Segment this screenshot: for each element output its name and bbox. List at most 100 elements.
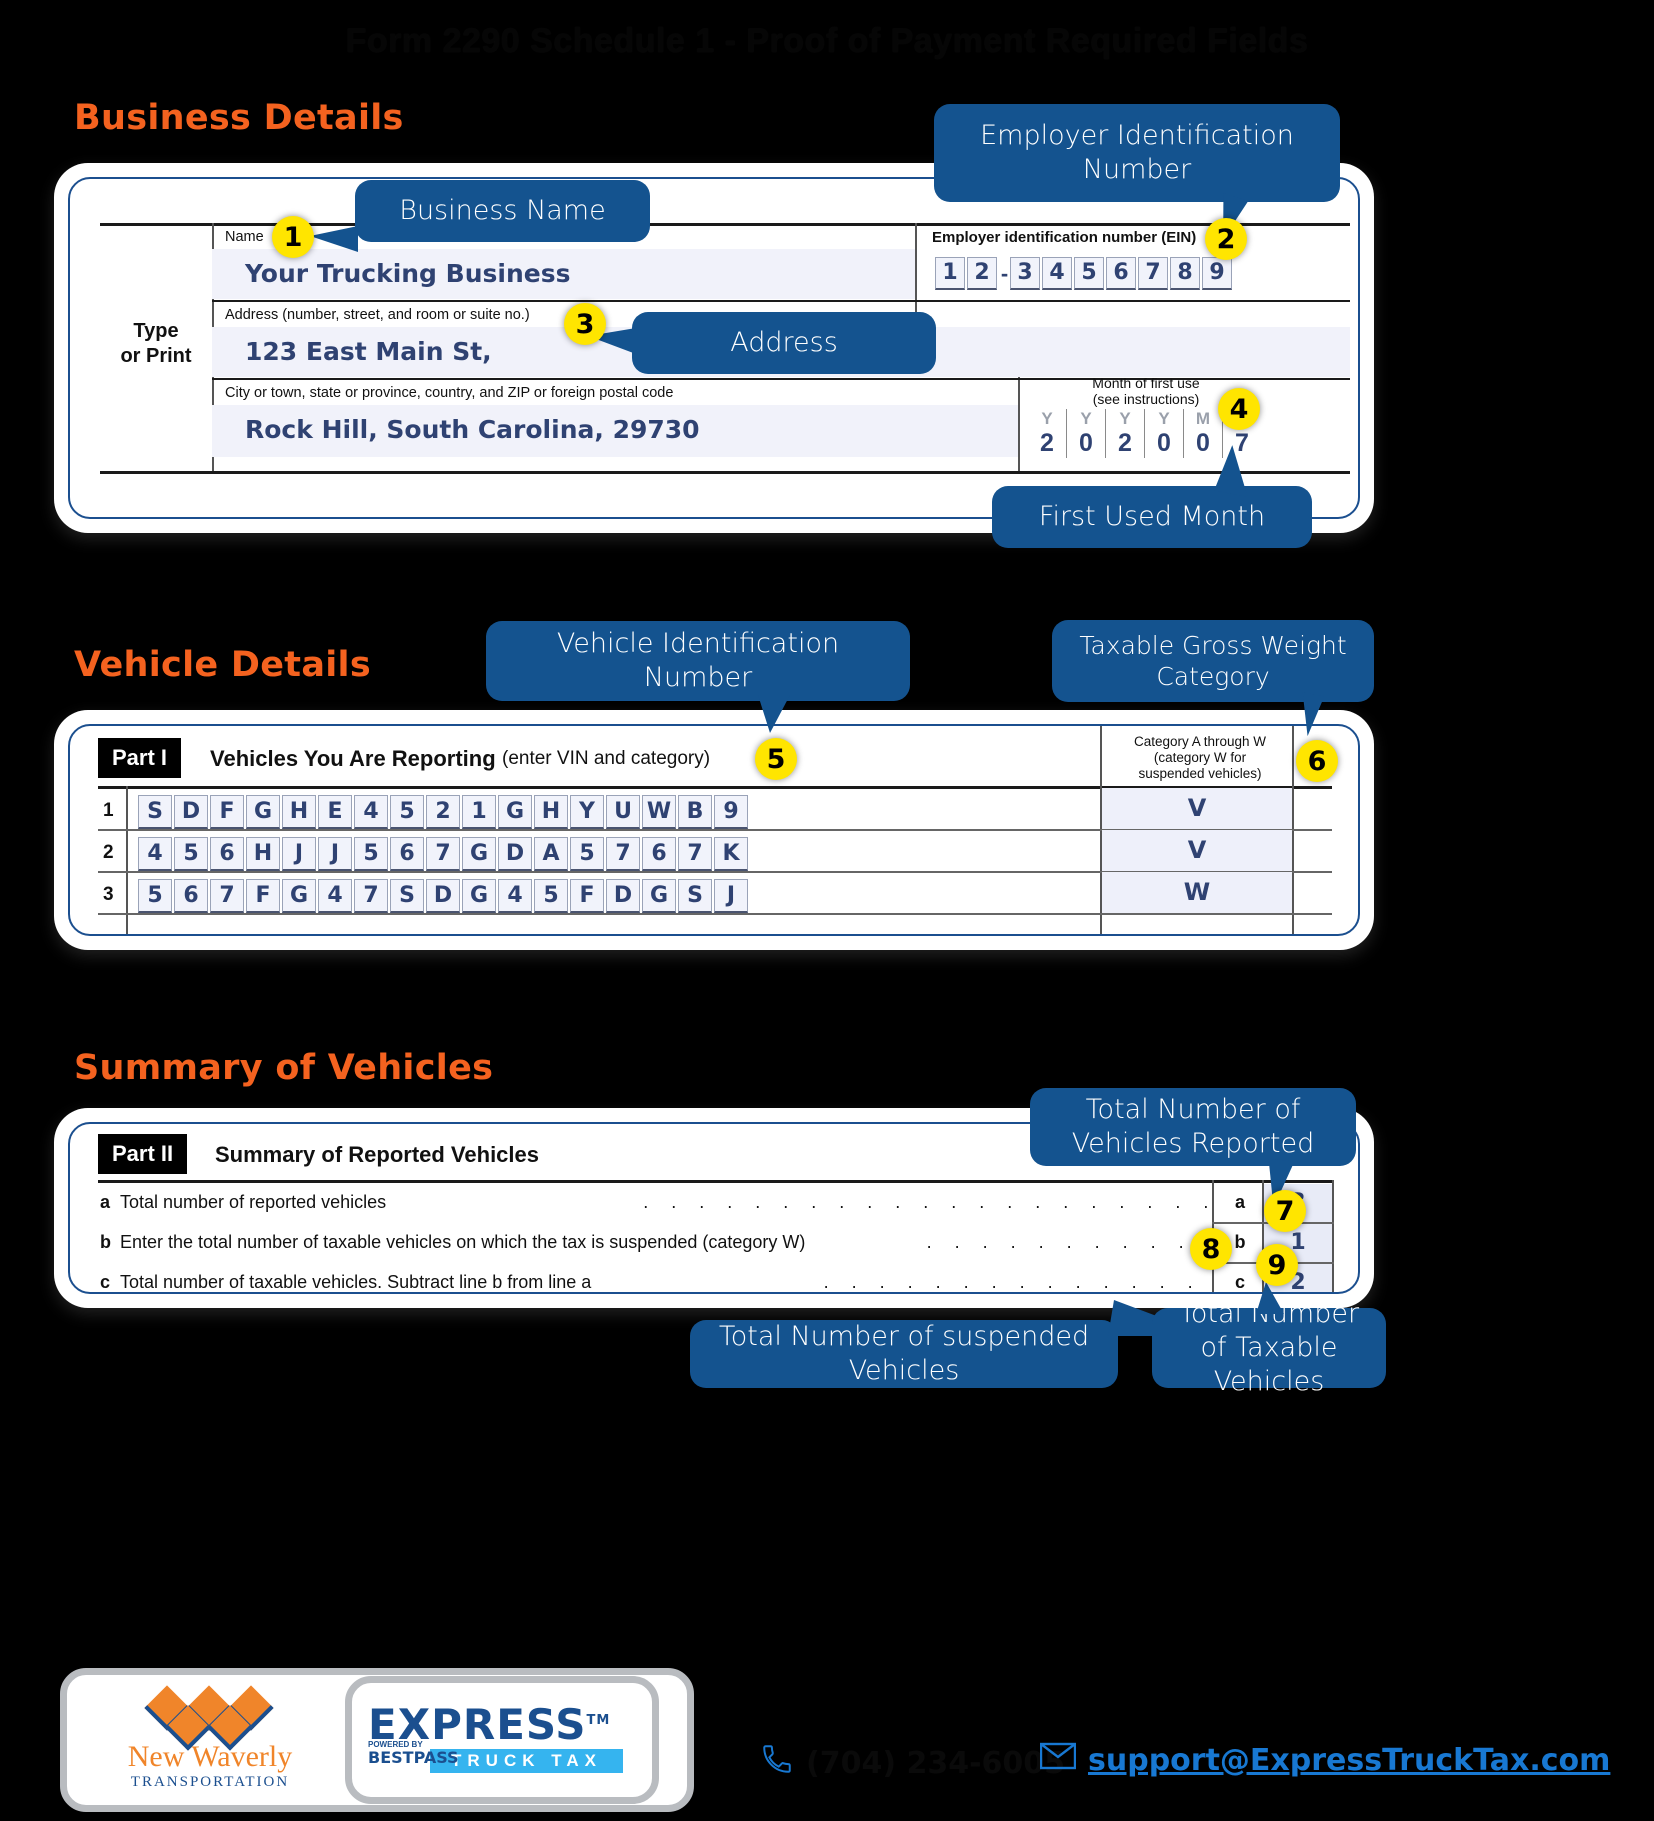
vin-char: H — [246, 837, 280, 871]
vin-char: U — [606, 795, 640, 829]
vin-char: 4 — [318, 879, 352, 913]
vin-row-number: 3 — [103, 884, 114, 905]
name-value: Your Trucking Business — [245, 259, 571, 288]
marker-8: 8 — [1190, 1228, 1232, 1270]
rule-category-right — [1292, 726, 1294, 934]
vin-char: 5 — [354, 837, 388, 871]
marker-7: 7 — [1264, 1190, 1306, 1232]
callout-vin: Vehicle Identification Number — [486, 621, 910, 701]
vin-char: D — [426, 879, 460, 913]
marker-4: 4 — [1218, 388, 1260, 430]
city-value: Rock Hill, South Carolina, 29730 — [245, 415, 700, 444]
vin-char: D — [174, 795, 208, 829]
callout-total-taxable: Total Number of Taxable Vehicles — [1152, 1298, 1386, 1397]
address-value: 123 East Main St, — [245, 337, 492, 366]
table-row: 567FG47SDG45FDGSJ — [138, 879, 750, 913]
vin-char: H — [534, 795, 568, 829]
contact-phone[interactable]: (704) 234-6005 — [760, 1742, 1065, 1784]
vin-char: D — [498, 837, 532, 871]
vin-char: D — [606, 879, 640, 913]
section-heading-summary: Summary of Vehicles — [74, 1048, 494, 1088]
month-cell: Y0 — [1145, 409, 1184, 459]
summary-line-dots: . . . . . . . . . . . . . . . . . . . . … — [823, 1272, 1210, 1292]
part-1-tag: Part I — [98, 738, 182, 778]
vin-char: 6 — [210, 837, 244, 871]
month-cell-digit: 0 — [1196, 429, 1210, 458]
summary-line-letter: b — [100, 1232, 111, 1252]
vin-char: S — [138, 795, 172, 829]
vin-char: A — [534, 837, 568, 871]
marker-5: 5 — [755, 738, 797, 780]
marker-3: 3 — [564, 303, 606, 345]
vin-char: 4 — [498, 879, 532, 913]
summary-box-letter: a — [1234, 1192, 1245, 1212]
month-cell-header: M — [1195, 409, 1211, 429]
vin-char: 5 — [138, 879, 172, 913]
vin-char: 7 — [354, 879, 388, 913]
month-cell-header: Y — [1158, 409, 1170, 429]
callout-total-taxable-tail — [1256, 1282, 1284, 1314]
vin-row-number: 2 — [103, 842, 114, 863]
part-2-tag: Part II — [98, 1134, 188, 1174]
marker-9: 9 — [1256, 1244, 1298, 1286]
vin-char: G — [282, 879, 316, 913]
month-title-line1: Month of first use — [1092, 375, 1200, 391]
vin-char: J — [282, 837, 316, 871]
vin-row-number: 1 — [103, 800, 114, 821]
logo-express-truck-tax: EXPRESSTM TRUCK TAX POWERED BY BESTPASS — [368, 1700, 623, 1773]
ein-digit: 7 — [1138, 257, 1168, 290]
rule-month-divider — [1018, 369, 1020, 473]
rule-under-name — [212, 300, 1350, 302]
envelope-icon — [1039, 1742, 1077, 1778]
vin-char: 2 — [426, 795, 460, 829]
marker-6: 6 — [1296, 740, 1338, 782]
month-cell-header: Y — [1041, 409, 1053, 429]
vin-char: 4 — [354, 795, 388, 829]
ein-label: Employer identification number (EIN) — [932, 229, 1197, 246]
callout-total-suspended: Total Number of suspended Vehicles — [690, 1320, 1118, 1388]
vin-char: 4 — [138, 837, 172, 871]
summary-line-text: Total number of reported vehicles — [120, 1192, 387, 1212]
ein-digit: 9 — [1202, 257, 1232, 290]
vehicle-form-frame: Part I Vehicles You Are Reporting (enter… — [68, 724, 1360, 936]
vin-char: S — [678, 879, 712, 913]
vin-char: J — [318, 837, 352, 871]
vin-char: 5 — [174, 837, 208, 871]
callout-business-name: Business Name — [355, 180, 650, 242]
city-label: City or town, state or province, country… — [225, 385, 674, 401]
vehicle-details-card: Part I Vehicles You Are Reporting (enter… — [54, 710, 1374, 950]
summary-line-dots: . . . . . . . . . . . . . . . . . . . . … — [643, 1192, 1210, 1212]
vin-char: 7 — [210, 879, 244, 913]
ein-digit: 3 — [1010, 257, 1040, 290]
summary-line-text: Enter the total number of taxable vehicl… — [120, 1232, 806, 1252]
address-label: Address (number, street, and room or sui… — [225, 307, 530, 323]
callout-total-reported: Total Number of Vehicles Reported — [1030, 1088, 1356, 1166]
summary-line-letter: c — [100, 1272, 111, 1292]
contact-email[interactable]: support@ExpressTruckTax.com — [1039, 1742, 1610, 1778]
ein-digit: 5 — [1074, 257, 1104, 290]
month-title-line2: (see instructions) — [1092, 391, 1200, 408]
rule-bottom — [100, 471, 1350, 474]
category-head-3: suspended vehicles) — [1138, 766, 1262, 782]
category-head-2: (category W for — [1153, 750, 1247, 766]
vin-char: W — [642, 795, 676, 829]
vin-char: 5 — [534, 879, 568, 913]
callout-weight-category: Taxable Gross Weight Category — [1052, 620, 1374, 702]
phone-icon — [760, 1742, 794, 1784]
ein-separator: - — [1000, 260, 1009, 286]
vin-char: S — [390, 879, 424, 913]
category-head-1: Category A through W — [1133, 734, 1267, 749]
ein-digit: 4 — [1042, 257, 1072, 290]
marker-1: 1 — [272, 216, 314, 258]
vin-char: G — [498, 795, 532, 829]
rule-summary-right — [1332, 1180, 1334, 1292]
part-2-title: Summary of Reported Vehicles — [215, 1142, 539, 1167]
vin-char: K — [714, 837, 748, 871]
vin-char: G — [462, 837, 496, 871]
new-waverly-sub: TRANSPORTATION — [130, 1774, 290, 1790]
month-cell: Y2 — [1106, 409, 1145, 459]
summary-line-dots: . . . . . . . . . . . . . . . . . . . . … — [926, 1232, 1210, 1252]
callout-business-name-tail — [310, 226, 358, 252]
vin-char: F — [570, 879, 604, 913]
vin-char: G — [246, 795, 280, 829]
